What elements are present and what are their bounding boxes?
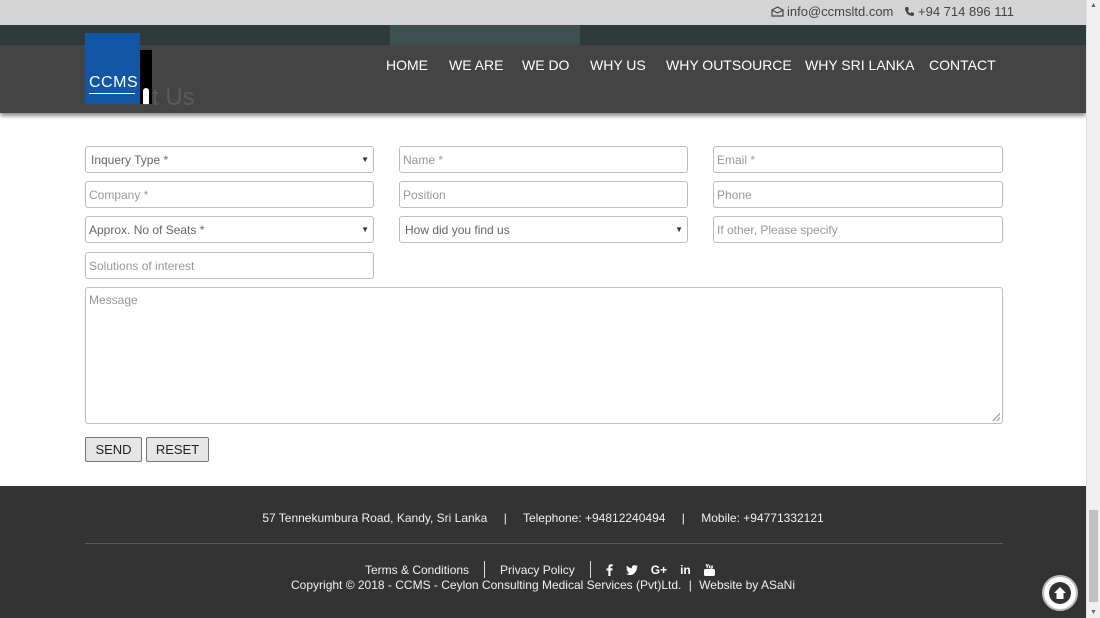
- footer-telephone: Telephone: +94812240494: [522, 511, 666, 525]
- twitter-icon[interactable]: [625, 564, 638, 575]
- facebook-icon[interactable]: [606, 563, 613, 576]
- phone-text: +94 714 896 111: [918, 4, 1015, 19]
- footer-links: Terms & Conditions Privacy Policy G+ in: [365, 561, 715, 578]
- ccms-logo[interactable]: CCMS: [85, 33, 152, 104]
- dropdown-arrow-icon: ▼: [361, 225, 369, 234]
- page-scrollbar[interactable]: ▲ ▼: [1086, 0, 1100, 618]
- reset-button[interactable]: RESET: [146, 437, 209, 462]
- youtube-icon[interactable]: [703, 563, 715, 576]
- footer-copyright-line: Copyright © 2018 - CCMS - Ceylon Consult…: [291, 578, 795, 592]
- phone-contact[interactable]: +94 714 896 111: [904, 4, 1014, 19]
- envelope-icon: [771, 6, 784, 17]
- solutions-placeholder: Solutions of interest: [89, 258, 195, 273]
- terms-link[interactable]: Terms & Conditions: [365, 563, 469, 577]
- arrow-up-icon: [1049, 582, 1071, 604]
- phone-placeholder: Phone: [717, 187, 752, 202]
- phone-icon: [905, 7, 914, 16]
- nav-why-us[interactable]: WHY US: [590, 57, 646, 73]
- other-placeholder: If other, Please specify: [717, 222, 838, 237]
- seats-select[interactable]: Approx. No of Seats * ▼: [85, 216, 374, 243]
- email-text[interactable]: info@ccmsltd.com: [787, 4, 893, 19]
- logo-text: CCMS: [89, 74, 139, 91]
- send-button[interactable]: SEND: [85, 437, 142, 462]
- nav-why-outsource[interactable]: WHY OUTSOURCE: [666, 57, 792, 73]
- privacy-link[interactable]: Privacy Policy: [500, 563, 575, 577]
- hero-image-strip: [0, 25, 1086, 45]
- social-icons: G+ in: [606, 563, 715, 577]
- scroll-down-arrow-icon[interactable]: ▼: [1090, 609, 1097, 616]
- nav-why-sri-lanka[interactable]: WHY SRI LANKA: [805, 57, 914, 73]
- company-placeholder: Company *: [89, 187, 149, 202]
- other-specify-input[interactable]: If other, Please specify: [713, 216, 1003, 243]
- footer: 57 Tennekumbura Road, Kandy, Sri Lanka |…: [0, 486, 1086, 618]
- footer-divider: [85, 543, 1003, 544]
- email-input[interactable]: Email *: [713, 146, 1003, 173]
- copyright-text: Copyright © 2018 - CCMS - Ceylon Consult…: [291, 578, 682, 592]
- company-input[interactable]: Company *: [85, 181, 374, 208]
- website-by-link[interactable]: Website by ASaNi: [699, 578, 795, 592]
- dropdown-arrow-icon: ▼: [675, 225, 683, 234]
- position-placeholder: Position: [403, 187, 446, 202]
- email-placeholder: Email *: [717, 152, 756, 167]
- message-placeholder: Message: [89, 293, 138, 307]
- name-input[interactable]: Name *: [399, 146, 688, 173]
- solutions-input[interactable]: Solutions of interest: [85, 252, 374, 279]
- nav-we-are[interactable]: WE ARE: [449, 57, 503, 73]
- google-plus-icon[interactable]: G+: [651, 563, 667, 577]
- find-us-value: How did you find us: [405, 222, 510, 237]
- nav-contact[interactable]: CONTACT: [929, 57, 996, 73]
- seats-value: Approx. No of Seats *: [89, 222, 205, 237]
- message-textarea[interactable]: Message: [85, 287, 1003, 424]
- nav-we-do[interactable]: WE DO: [522, 57, 569, 73]
- name-placeholder: Name *: [403, 152, 444, 167]
- resize-handle[interactable]: [992, 413, 1000, 421]
- inquiry-type-select[interactable]: Inquery Type * ▼: [85, 146, 374, 173]
- top-contact-bar: info@ccmsltd.com +94 714 896 111: [0, 0, 1086, 25]
- footer-address: 57 Tennekumbura Road, Kandy, Sri Lanka: [262, 511, 488, 525]
- scrollbar-thumb[interactable]: [1089, 510, 1098, 602]
- scroll-up-arrow-icon[interactable]: ▲: [1090, 2, 1097, 9]
- nav-home[interactable]: HOME: [386, 57, 428, 73]
- email-contact[interactable]: info@ccmsltd.com: [771, 4, 893, 19]
- scroll-to-top-button[interactable]: [1042, 575, 1078, 611]
- footer-contact-line: 57 Tennekumbura Road, Kandy, Sri Lanka |…: [262, 511, 824, 525]
- inquiry-type-value: Inquery Type *: [91, 152, 169, 167]
- phone-input[interactable]: Phone: [713, 181, 1003, 208]
- position-input[interactable]: Position: [399, 181, 688, 208]
- footer-mobile: Mobile: +94771332121: [701, 511, 824, 525]
- linkedin-icon[interactable]: in: [680, 563, 691, 577]
- find-us-select[interactable]: How did you find us ▼: [399, 216, 688, 243]
- dropdown-arrow-icon: ▼: [361, 155, 369, 164]
